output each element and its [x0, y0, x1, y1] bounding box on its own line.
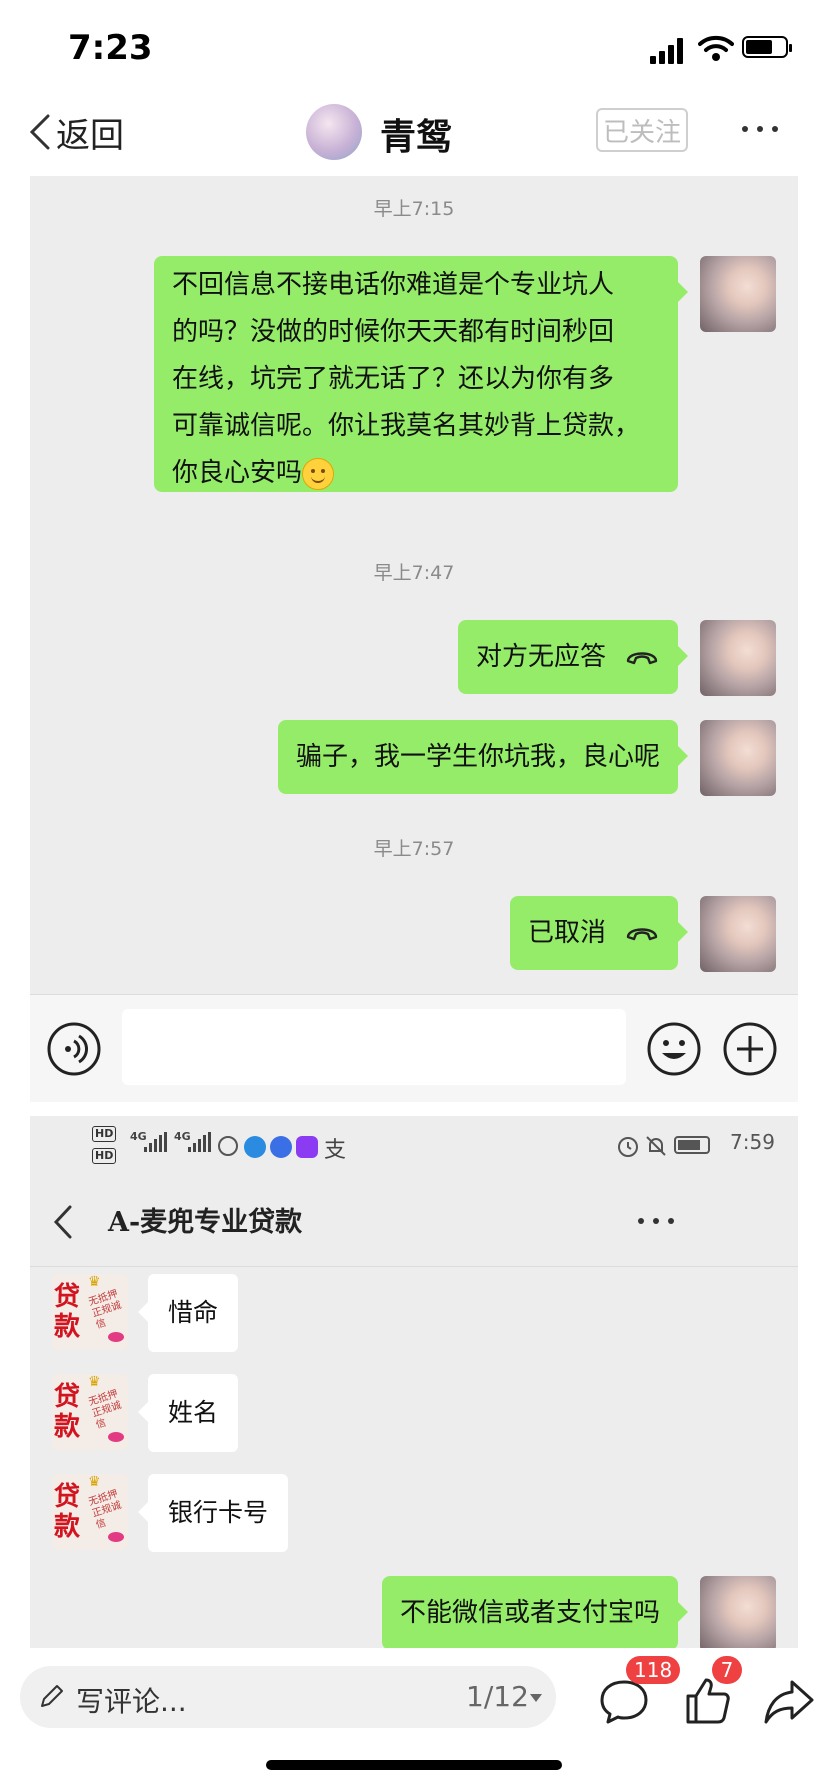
- chat-title: A-麦兜专业贷款: [108, 1207, 303, 1238]
- phone-hangup-icon: [626, 928, 658, 941]
- avatar: 贷款 ♛ 无抵押正规诚信: [52, 1474, 128, 1550]
- page-indicator[interactable]: 1/12: [466, 1680, 529, 1713]
- dropdown-arrow-icon: [530, 1694, 542, 1702]
- message-bubble: 已取消: [509, 896, 689, 970]
- share-arrow-icon: [764, 1680, 814, 1724]
- lips-icon: [108, 1432, 124, 1442]
- avatar: 贷款 ♛ 无抵押正规诚信: [52, 1274, 128, 1350]
- cellular-signal-icon: [144, 1132, 170, 1152]
- cellular-signal-icon: [188, 1132, 214, 1152]
- timestamp: 早上7:15: [373, 198, 455, 220]
- emoji-icon: [647, 1022, 701, 1076]
- status-time: 7:23: [68, 28, 153, 68]
- cellular-signal-icon: [650, 38, 686, 64]
- message-input: [122, 1009, 626, 1085]
- alarm-icon: [618, 1137, 638, 1157]
- mute-bell-icon: [646, 1136, 666, 1156]
- message-bubble: 不回信息不接电话你难道是个专业坑人 的吗？没做的时候你天天都有时间秒回 在线，坑…: [154, 256, 688, 492]
- like-count-badge: 7: [712, 1656, 742, 1684]
- chat-header: A-麦兜专业贷款: [30, 1176, 798, 1267]
- chat-screenshot-2: HD HD 4G 4G 支 7:59 A-麦兜专业贷款 贷款 ♛ 无抵押正规诚信…: [30, 1116, 798, 1648]
- avatar[interactable]: [306, 104, 362, 160]
- chat-input-bar: [30, 994, 798, 1102]
- more-options-icon[interactable]: [740, 118, 780, 138]
- crown-icon: ♛: [88, 1374, 101, 1390]
- avatar: [700, 720, 776, 796]
- smile-emoji-icon: [302, 458, 335, 490]
- message-bubble: 对方无应答: [457, 620, 689, 694]
- video-app-icon: [296, 1136, 318, 1158]
- app-icon: [218, 1136, 238, 1156]
- chat-screenshot-1: 早上7:15 不回信息不接电话你难道是个专业坑人 的吗？没做的时候你天天都有时间…: [30, 176, 798, 1102]
- app-icon: [244, 1136, 266, 1158]
- timestamp: 早上7:47: [373, 562, 455, 584]
- crown-icon: ♛: [88, 1274, 101, 1290]
- avatar: [700, 256, 776, 332]
- status-time: 7:59: [730, 1130, 775, 1154]
- chevron-left-icon: [53, 1205, 72, 1239]
- timestamp: 早上7:57: [373, 838, 455, 860]
- battery-icon: [742, 36, 792, 58]
- battery-icon: [674, 1136, 710, 1154]
- comment-input[interactable]: 写评论... 1/12: [20, 1666, 556, 1728]
- avatar: [700, 620, 776, 696]
- plus-icon: [723, 1022, 777, 1076]
- lips-icon: [108, 1332, 124, 1342]
- comment-placeholder: 写评论...: [76, 1685, 187, 1718]
- message-bubble: 不能微信或者支付宝吗: [381, 1576, 689, 1648]
- comment-count-badge: 118: [626, 1656, 681, 1684]
- baidu-icon: [270, 1136, 292, 1158]
- avatar: [700, 1576, 776, 1648]
- message-bubble: 骗子，我一学生你坑我，良心呢: [277, 720, 689, 794]
- crown-icon: ♛: [88, 1474, 101, 1490]
- page-title: 青鸳: [380, 117, 453, 158]
- more-options-icon: [636, 1210, 676, 1230]
- avatar: 贷款 ♛ 无抵押正规诚信: [52, 1374, 128, 1450]
- back-button[interactable]: 返回: [28, 110, 124, 156]
- message-bubble: 姓名: [137, 1374, 239, 1452]
- share-button[interactable]: [762, 1674, 816, 1728]
- home-indicator: [266, 1760, 562, 1770]
- voice-icon: [47, 1022, 101, 1076]
- pencil-icon: [41, 1685, 63, 1707]
- avatar: [700, 896, 776, 972]
- alipay-icon: 支: [324, 1138, 347, 1163]
- message-bubble: 惜命: [137, 1274, 239, 1352]
- chevron-left-icon: [29, 114, 50, 150]
- follow-button[interactable]: 已关注: [596, 108, 688, 152]
- wifi-icon: [698, 35, 734, 61]
- status-bar: HD HD 4G 4G 支 7:59: [30, 1116, 798, 1176]
- message-bubble: 银行卡号: [137, 1474, 289, 1552]
- back-label: 返回: [56, 115, 124, 156]
- phone-hangup-icon: [626, 652, 658, 665]
- lips-icon: [108, 1532, 124, 1542]
